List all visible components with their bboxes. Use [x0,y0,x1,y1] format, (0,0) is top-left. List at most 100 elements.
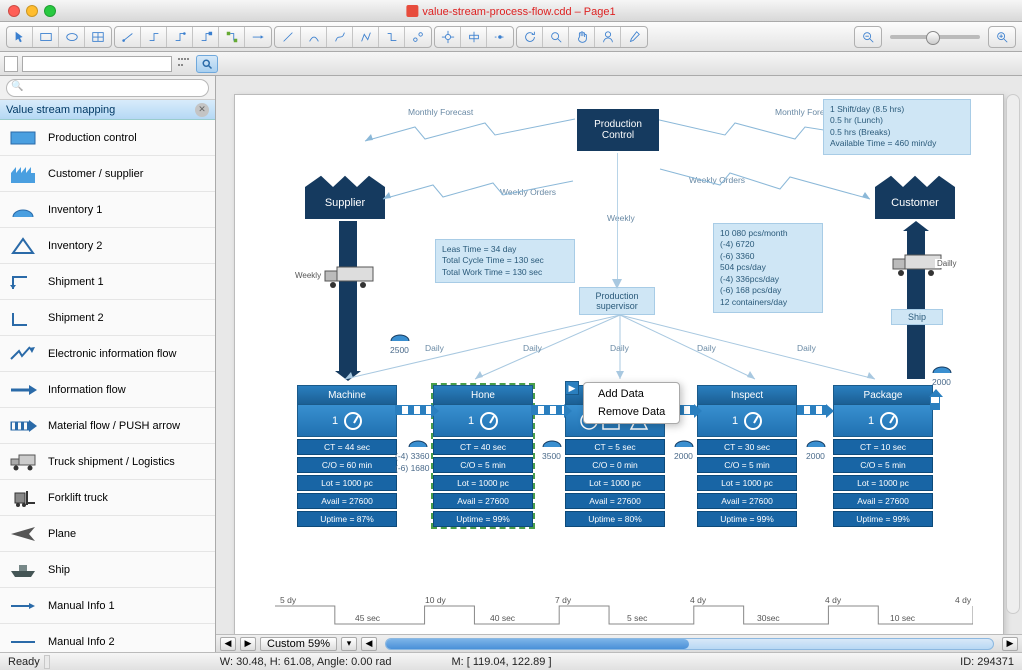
stencil-label: Production control [48,132,137,144]
truck-shipment-supplier[interactable] [323,265,375,289]
status-scroll-icon [44,655,50,669]
library-toggle[interactable] [4,56,18,72]
page-prev-button[interactable]: ◀ [220,637,236,651]
menu-add-data[interactable]: Add Data [584,385,679,403]
push-arrow [930,396,940,410]
align-tool[interactable] [461,27,487,47]
zoom-tool[interactable] [543,27,569,47]
ellipse-tool[interactable] [59,27,85,47]
connector-tool-1[interactable] [115,27,141,47]
status-ready: Ready [8,656,40,668]
menu-remove-data[interactable]: Remove Data [584,403,679,421]
window-titlebar: value-stream-process-flow.cdd – Page1 [0,0,1022,22]
stencil-item[interactable]: Inventory 1 [0,192,215,228]
process-box[interactable]: Inspect1CT = 30 secC/O = 5 minLot = 1000… [697,385,797,527]
stencil-item[interactable]: Ship [0,552,215,588]
rect-tool[interactable] [33,27,59,47]
customer-shape[interactable]: Customer [875,187,955,219]
zig-icon [8,342,38,366]
canvas-vertical-scrollbar[interactable] [1006,94,1020,614]
eyedropper-tool[interactable] [621,27,647,47]
refresh-tool[interactable] [517,27,543,47]
stencil-label: Shipment 2 [48,312,104,324]
truck-daily-label: Dailly [935,259,959,268]
zoom-in-button[interactable] [989,27,1015,47]
library-search-button[interactable] [196,55,218,73]
zoom-out-button[interactable] [855,27,881,47]
stencil-item[interactable]: Plane [0,516,215,552]
process-box[interactable]: Hone1CT = 40 secC/O = 5 minLot = 1000 pc… [433,385,533,527]
library-filter-input[interactable] [22,56,172,72]
close-window-button[interactable] [8,5,20,17]
user-tool[interactable] [595,27,621,47]
zoom-window-button[interactable] [44,5,56,17]
canvas-area[interactable]: Monthly Forecast Monthly Forecast Produc… [216,76,1022,634]
page-next-button[interactable]: ▶ [240,637,256,651]
ship2-icon [8,306,38,330]
segment-tool[interactable] [405,27,431,47]
process-box[interactable]: Machine1CT = 44 secC/O = 60 minLot = 100… [297,385,397,527]
inventory-icon [673,433,695,449]
supplier-shape[interactable]: Supplier [305,187,385,219]
stencil-item[interactable]: Customer / supplier [0,156,215,192]
connector-tool-5[interactable] [219,27,245,47]
hub-tool[interactable] [435,27,461,47]
stencil-item[interactable]: Information flow [0,372,215,408]
spline-tool[interactable] [327,27,353,47]
pointer-tool[interactable] [7,27,33,47]
smart-action-button[interactable]: ▶ [565,381,579,395]
close-panel-icon[interactable]: ✕ [195,103,209,117]
connector-tool-2[interactable] [141,27,167,47]
orthogonal-tool[interactable] [379,27,405,47]
scroll-left-button[interactable]: ◀ [361,637,377,651]
stencil-label: Information flow [48,384,126,396]
zoom-slider[interactable] [890,35,980,39]
hscroll-track[interactable] [385,638,994,650]
curve-tool[interactable] [301,27,327,47]
stencil-item[interactable]: Material flow / PUSH arrow [0,408,215,444]
truck-icon [8,450,38,474]
zoom-level-label[interactable]: Custom 59% [260,637,337,651]
production-supervisor-box[interactable]: Production supervisor [579,287,655,315]
connector-tool-6[interactable] [245,27,271,47]
inv1-icon [8,198,38,222]
stencil-item[interactable]: Forklift truck [0,480,215,516]
snap-tool[interactable] [487,27,513,47]
stencil-label: Plane [48,528,76,540]
stencil-panel-header[interactable]: Value stream mapping ✕ [0,100,215,120]
stencil-item[interactable]: Production control [0,120,215,156]
forklift-icon [8,486,38,510]
inventory-icon [389,327,411,343]
shift-note: 1 Shift/day (8.5 hrs) 0.5 hr (Lunch) 0.5… [823,99,971,155]
connector-tool-4[interactable] [193,27,219,47]
inventory-icon [407,433,429,449]
process-box[interactable]: Package1CT = 10 secC/O = 5 minLot = 1000… [833,385,933,527]
connector-tool-3[interactable] [167,27,193,47]
stencil-item[interactable]: Shipment 2 [0,300,215,336]
stencil-item[interactable]: Manual Info 1 [0,588,215,624]
stencil-label: Inventory 2 [48,240,102,252]
stencil-label: Inventory 1 [48,204,102,216]
rect-blue-icon [8,126,38,150]
stencil-sidebar: Value stream mapping ✕ Production contro… [0,76,216,652]
stencil-item[interactable]: Truck shipment / Logistics [0,444,215,480]
stencil-item[interactable]: Inventory 2 [0,228,215,264]
stencil-label: Forklift truck [48,492,108,504]
status-dimensions: W: 30.48, H: 61.08, Angle: 0.00 rad [220,656,392,668]
inventory-icon [931,359,953,375]
line2-icon [8,630,38,653]
scroll-right-button[interactable]: ▶ [1002,637,1018,651]
pan-tool[interactable] [569,27,595,47]
stencil-item[interactable]: Electronic information flow [0,336,215,372]
stencil-search-input[interactable] [6,79,209,97]
status-bar: Ready W: 30.48, H: 61.08, Angle: 0.00 ra… [0,652,1022,670]
zoom-dropdown[interactable]: ▾ [341,637,357,651]
ship-icon [8,558,38,582]
stencil-item[interactable]: Shipment 1 [0,264,215,300]
production-control-box[interactable]: Production Control [577,109,659,151]
table-tool[interactable] [85,27,111,47]
stencil-item[interactable]: Manual Info 2 [0,624,215,652]
minimize-window-button[interactable] [26,5,38,17]
line-tool[interactable] [275,27,301,47]
poly-tool[interactable] [353,27,379,47]
